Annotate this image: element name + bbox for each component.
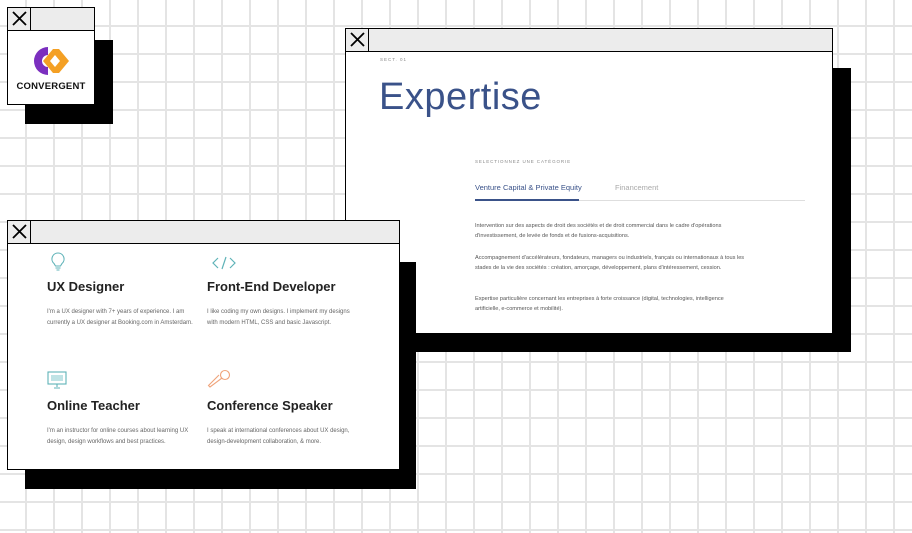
skill-description: I'm a UX designer with 7+ years of exper… <box>47 309 193 326</box>
expertise-paragraph: Expertise particulière concernant les en… <box>475 296 724 312</box>
brand-name: CONVERGENT <box>16 81 86 92</box>
presentation-icon <box>47 371 67 389</box>
title-bar <box>346 29 832 52</box>
skill-title: Conference Speaker <box>207 398 333 413</box>
title-bar <box>8 221 399 244</box>
close-button[interactable] <box>8 8 31 30</box>
active-tab-indicator <box>475 199 579 201</box>
skills-window: UX Designer I'm a UX designer with 7+ ye… <box>7 220 400 470</box>
tab-financement[interactable]: Financement <box>615 183 658 192</box>
close-button[interactable] <box>8 221 31 243</box>
category-select-label: SELECTIONNEZ UNE CATÉGORIE <box>475 159 572 164</box>
skill-description: I speak at international conferences abo… <box>207 428 350 445</box>
code-icon <box>212 256 236 270</box>
lightbulb-icon <box>51 252 65 271</box>
skill-title: UX Designer <box>47 279 125 294</box>
close-icon <box>12 11 27 26</box>
logo-window: CONVERGENT <box>7 7 95 105</box>
expertise-paragraph: Accompagnement d'accélérateurs, fondateu… <box>475 255 745 271</box>
skill-title: Online Teacher <box>47 398 140 413</box>
close-button[interactable] <box>346 29 369 51</box>
skill-description: I like coding my own designs. I implemen… <box>207 309 350 326</box>
section-label: SECT. 01 <box>380 57 408 62</box>
close-icon <box>350 32 365 47</box>
close-icon <box>12 224 27 239</box>
convergent-logo-icon <box>34 47 69 75</box>
skill-title: Front-End Developer <box>207 279 336 294</box>
expertise-paragraph: Intervention sur des aspects de droit de… <box>475 223 722 239</box>
microphone-icon <box>207 369 231 388</box>
expertise-window: SECT. 01 Expertise SELECTIONNEZ UNE CATÉ… <box>345 28 833 334</box>
page-title: Expertise <box>379 76 542 118</box>
tab-venture-capital[interactable]: Venture Capital & Private Equity <box>475 183 582 192</box>
skill-description: I'm an instructor for online courses abo… <box>47 428 189 445</box>
